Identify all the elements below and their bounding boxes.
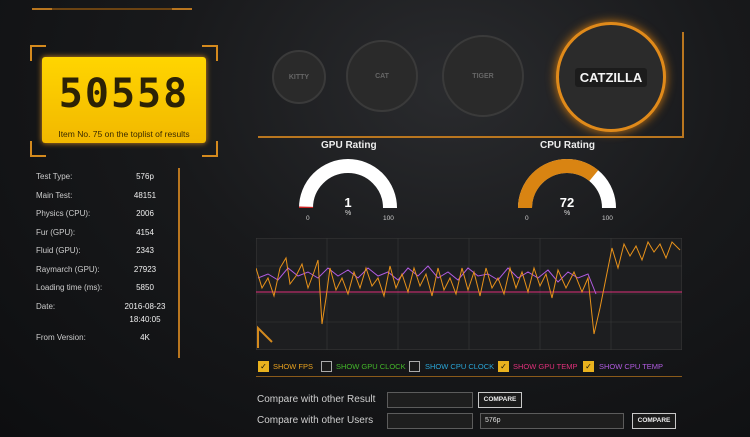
compare-result-button[interactable]: COMPARE bbox=[478, 392, 522, 408]
badge-label: TIGER bbox=[472, 72, 494, 80]
badge-label: KITTY bbox=[288, 73, 310, 81]
badge-kitty: KITTY bbox=[272, 50, 326, 104]
gpu-rating-unit: % bbox=[345, 210, 352, 217]
stat-label: Physics (CPU): bbox=[36, 209, 91, 218]
cpu-rating-max: 100 bbox=[602, 215, 613, 222]
cpu-rating-value: 72 bbox=[559, 195, 575, 210]
badge-label: CAT bbox=[375, 72, 389, 80]
score-rank-text: Item No. 75 on the toplist of results bbox=[58, 129, 190, 139]
show-cpu-clock-label[interactable]: SHOW CPU CLOCK bbox=[425, 362, 494, 371]
stat-value: 2006 bbox=[136, 209, 154, 218]
stat-value: 2343 bbox=[136, 246, 154, 255]
cpu-rating-min: 0 bbox=[525, 215, 529, 222]
score-panel: 50558 Item No. 75 on the toplist of resu… bbox=[30, 45, 218, 157]
show-gpu-temp-checkbox[interactable]: ✓ bbox=[498, 361, 509, 372]
stat-value: 4154 bbox=[136, 228, 154, 237]
show-cpu-temp-label[interactable]: SHOW CPU TEMP bbox=[599, 362, 663, 371]
show-gpu-clock-checkbox[interactable] bbox=[321, 361, 332, 372]
stat-label: Loading time (ms): bbox=[36, 283, 103, 292]
gpu-rating-value: 1 bbox=[344, 195, 352, 210]
cpu-rating-unit: % bbox=[564, 210, 571, 217]
compare-result-label: Compare with other Result bbox=[257, 394, 376, 405]
score-box: 50558 Item No. 75 on the toplist of resu… bbox=[42, 57, 206, 143]
stat-label: Main Test: bbox=[36, 191, 73, 200]
stat-label: Fur (GPU): bbox=[36, 228, 76, 237]
stat-value: 27923 bbox=[133, 265, 157, 274]
stat-value: 2016-08-23 bbox=[124, 302, 166, 311]
show-fps-checkbox[interactable]: ✓ bbox=[258, 361, 269, 372]
compare-users-select[interactable]: 576p bbox=[480, 413, 624, 429]
gpu-rating-min: 0 bbox=[306, 215, 310, 222]
stat-value: 5850 bbox=[136, 283, 154, 292]
bracket-decoration bbox=[30, 141, 46, 157]
badge-cat: CAT bbox=[346, 40, 418, 112]
compare-users-input[interactable] bbox=[387, 413, 473, 429]
show-gpu-temp-label[interactable]: SHOW GPU TEMP bbox=[513, 362, 577, 371]
show-fps-label[interactable]: SHOW FPS bbox=[273, 362, 313, 371]
badge-catzilla: CATZILLA bbox=[556, 22, 666, 132]
stat-label: Date: bbox=[36, 302, 56, 311]
cpu-rating-title: CPU Rating bbox=[540, 140, 595, 151]
score-value: 50558 bbox=[58, 71, 190, 117]
gpu-rating-title: GPU Rating bbox=[321, 140, 377, 151]
stat-label: Fluid (GPU): bbox=[36, 246, 81, 255]
compare-users-button[interactable]: COMPARE bbox=[632, 413, 676, 429]
show-cpu-temp-checkbox[interactable]: ✓ bbox=[583, 361, 594, 372]
gpu-rating-max: 100 bbox=[383, 215, 394, 222]
bracket-decoration bbox=[202, 141, 218, 157]
compare-result-input[interactable] bbox=[387, 392, 473, 408]
show-cpu-clock-checkbox[interactable] bbox=[409, 361, 420, 372]
stat-value: 18:40:05 bbox=[129, 315, 161, 324]
badge-label: CATZILLA bbox=[574, 67, 648, 87]
timeline-chart bbox=[256, 238, 682, 350]
stat-label: Raymarch (GPU): bbox=[36, 265, 100, 274]
chart-options: ✓ SHOW FPS SHOW GPU CLOCK SHOW CPU CLOCK… bbox=[256, 360, 682, 377]
stat-value: 4K bbox=[140, 333, 150, 342]
badge-tiger: TIGER bbox=[442, 35, 524, 117]
stat-label: From Version: bbox=[36, 333, 86, 342]
stats-panel: Test Type: 576p Main Test: 48151 Physics (… bbox=[36, 168, 180, 358]
show-gpu-clock-label[interactable]: SHOW GPU CLOCK bbox=[336, 362, 406, 371]
stat-value: 48151 bbox=[133, 191, 157, 200]
compare-users-label: Compare with other Users bbox=[257, 415, 374, 426]
top-frame-decoration bbox=[32, 0, 192, 10]
stat-label: Test Type: bbox=[36, 172, 73, 181]
stat-value: 576p bbox=[136, 172, 154, 181]
